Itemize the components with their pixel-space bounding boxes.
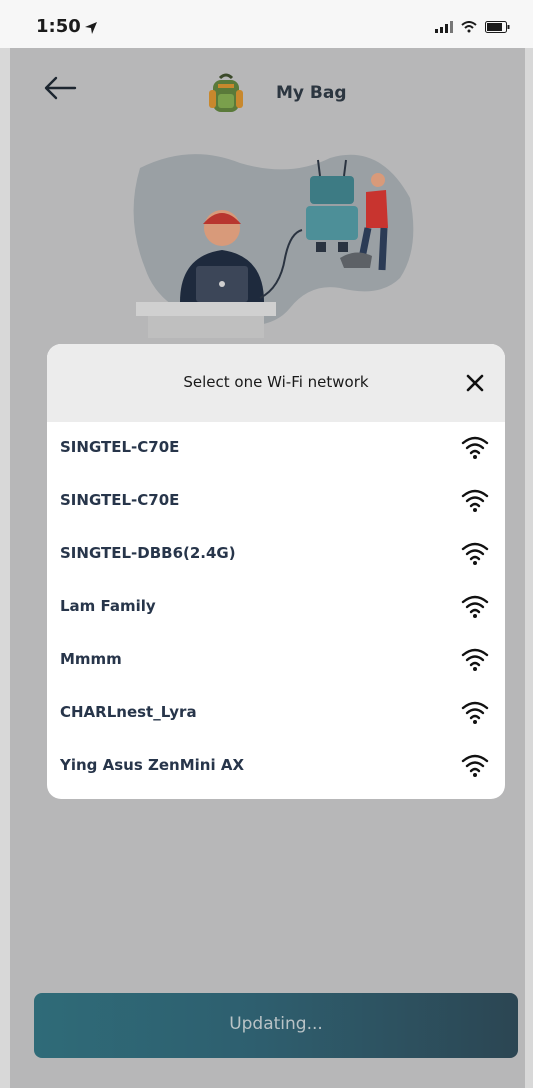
wifi-network-item[interactable]: SINGTEL-C70E: [47, 475, 505, 528]
wifi-network-name: Lam Family: [60, 597, 156, 615]
left-edge: [0, 48, 10, 1088]
modal-header: Select one Wi-Fi network: [47, 344, 505, 422]
updating-button-label: Updating...: [229, 1014, 323, 1034]
wifi-network-item[interactable]: Ying Asus ZenMini AX: [47, 740, 505, 793]
wifi-icon: [461, 593, 489, 619]
wifi-network-name: Ying Asus ZenMini AX: [60, 756, 245, 774]
status-icons: [435, 18, 511, 37]
wifi-icon: [461, 487, 489, 513]
wifi-status-icon: [461, 18, 477, 37]
status-bar: 1:50: [0, 0, 533, 48]
right-edge: [525, 48, 533, 1088]
battery-icon: [485, 18, 511, 37]
wifi-network-item[interactable]: SINGTEL-C70E: [47, 422, 505, 475]
wifi-network-item[interactable]: Mmmm: [47, 634, 505, 687]
wifi-network-name: SINGTEL-DBB6(2.4G): [60, 544, 236, 562]
wifi-network-name: Mmmm: [60, 650, 122, 668]
setup-illustration: [120, 138, 430, 338]
wifi-select-modal: Select one Wi-Fi network SINGTEL-C70E SI…: [47, 344, 505, 799]
wifi-network-item[interactable]: Lam Family: [47, 581, 505, 634]
wifi-network-item[interactable]: SINGTEL-DBB6(2.4G): [47, 528, 505, 581]
arrow-left-icon: [42, 76, 78, 107]
wifi-icon: [461, 434, 489, 460]
back-button[interactable]: [42, 73, 78, 103]
backpack-icon: [207, 72, 245, 114]
wifi-network-name: SINGTEL-C70E: [60, 438, 180, 456]
close-icon: [463, 374, 487, 399]
close-button[interactable]: [463, 371, 487, 395]
wifi-network-item[interactable]: CHARLnest_Lyra: [47, 687, 505, 740]
wifi-network-list: SINGTEL-C70E SINGTEL-C70E SINGTEL-DBB6(2…: [47, 422, 505, 799]
wifi-network-name: SINGTEL-C70E: [60, 491, 180, 509]
modal-title: Select one Wi-Fi network: [183, 373, 369, 391]
signal-icon: [435, 18, 453, 37]
page-title: My Bag: [276, 83, 347, 103]
wifi-icon: [461, 646, 489, 672]
wifi-network-name: CHARLnest_Lyra: [60, 703, 197, 721]
wifi-network-item-partial[interactable]: [47, 793, 505, 799]
wifi-icon: [461, 699, 489, 725]
location-arrow-icon: [84, 20, 98, 39]
status-time: 1:50: [36, 16, 81, 37]
wifi-icon: [461, 752, 489, 778]
updating-button[interactable]: Updating...: [34, 993, 518, 1058]
wifi-icon: [461, 540, 489, 566]
